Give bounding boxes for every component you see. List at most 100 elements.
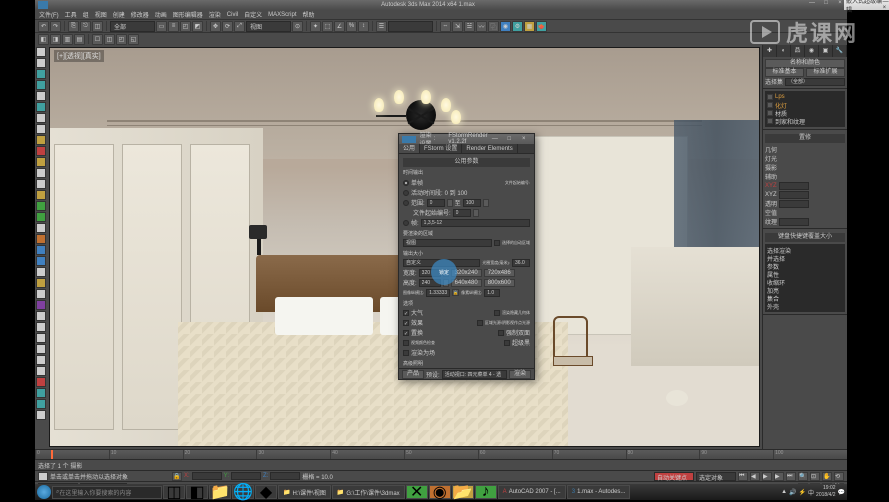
timeline[interactable]: 0 10 20 30 40 50 60 70 80 90 100 [35, 449, 847, 459]
tool-icon[interactable] [36, 333, 46, 343]
tray-icon[interactable]: ▲ [781, 489, 787, 495]
pinned-app[interactable]: ✕ [406, 485, 428, 499]
tray-icon[interactable]: ⚡ [799, 489, 806, 496]
bind-button[interactable]: ◫ [92, 21, 103, 32]
maximize-button[interactable]: □ [819, 0, 833, 10]
tool-icon[interactable] [36, 135, 46, 145]
link-button[interactable]: ⎘ [68, 21, 79, 32]
tool-icon[interactable] [36, 300, 46, 310]
play-next-button[interactable]: ▶ [774, 472, 784, 481]
preset-640-button[interactable]: 640x480 [451, 279, 482, 287]
nav-zoom-button[interactable]: 🔍 [798, 472, 808, 481]
checkbox-icon[interactable] [403, 330, 409, 336]
sel-dropdown[interactable]: （全部） [785, 78, 845, 86]
menu-item[interactable]: 修改器 [131, 10, 149, 19]
pinned-app[interactable]: ◧ [186, 485, 208, 499]
panel-button[interactable]: 标准扩展 [806, 68, 845, 77]
tool-icon[interactable] [36, 91, 46, 101]
window-crossing-button[interactable]: ◩ [192, 21, 203, 32]
tab-elements[interactable]: Render Elements [462, 144, 517, 153]
rotate-button[interactable]: ⟳ [222, 21, 233, 32]
select-button[interactable]: ▭ [156, 21, 167, 32]
checkbox-icon[interactable] [767, 94, 773, 100]
create-tab[interactable]: ✚ [763, 45, 777, 57]
tool-icon[interactable] [36, 311, 46, 321]
tool-icon[interactable] [36, 355, 46, 365]
material-editor-button[interactable]: ◉ [500, 21, 511, 32]
task-view-button[interactable]: ◫ [163, 485, 185, 499]
redo-button[interactable]: ↷ [50, 21, 61, 32]
menu-item[interactable]: MAXScript [268, 12, 296, 18]
radio-frames[interactable] [403, 220, 409, 226]
undo-button[interactable]: ↶ [38, 21, 49, 32]
x-input[interactable] [192, 472, 222, 480]
nav-zoomall-button[interactable]: ⊡ [810, 472, 820, 481]
tool-icon[interactable] [36, 80, 46, 90]
tray-ime-icon[interactable]: 中 [808, 488, 814, 497]
minimize-button[interactable]: — [805, 0, 819, 10]
layers-button[interactable]: ☱ [464, 21, 475, 32]
taskbar-window[interactable]: AAutoCAD 2007 - [... [498, 485, 566, 499]
select-name-button[interactable]: ≡ [168, 21, 179, 32]
y-input[interactable] [231, 472, 261, 480]
graphite-btn[interactable]: ◫ [104, 34, 115, 45]
tool-icon[interactable] [36, 179, 46, 189]
pinned-app[interactable]: ◆ [255, 485, 277, 499]
checkbox-icon[interactable] [504, 340, 510, 346]
play-button[interactable]: ▶ [762, 472, 772, 481]
range-to-input[interactable] [463, 199, 481, 207]
name-button[interactable]: 名称和颜色 [765, 59, 845, 68]
util-tab[interactable]: 🔧 [833, 45, 847, 57]
ref-coord-dropdown[interactable]: 视图 [246, 21, 291, 32]
menu-item[interactable]: 渲染 [209, 10, 221, 19]
angle-snap-button[interactable]: ∠ [334, 21, 345, 32]
tool-icon[interactable] [36, 69, 46, 79]
tool-icon[interactable] [36, 278, 46, 288]
curve-editor-button[interactable]: 〰 [476, 21, 487, 32]
value-input[interactable] [779, 191, 809, 199]
manip-button[interactable]: ✦ [310, 21, 321, 32]
range-from-input[interactable] [427, 199, 445, 207]
checkbox-icon[interactable] [767, 118, 773, 124]
start-button[interactable] [37, 485, 51, 499]
align-button[interactable]: ⇲ [452, 21, 463, 32]
tool-icon[interactable] [36, 157, 46, 167]
tool-icon[interactable] [36, 399, 46, 409]
pinned-app[interactable]: ♪ [475, 485, 497, 499]
render-frame-button[interactable]: ▦ [524, 21, 535, 32]
radio-range[interactable] [403, 200, 409, 206]
tool-icon[interactable] [36, 212, 46, 222]
taskbar-window[interactable]: 📁G:\工作\课件\3dmax [332, 485, 405, 499]
menu-item[interactable]: 视图 [95, 10, 107, 19]
menu-item[interactable]: 组 [83, 10, 89, 19]
dialog-close-button[interactable]: × [517, 136, 531, 142]
play-prev-button[interactable]: ◀ [750, 472, 760, 481]
render-button[interactable]: 渲染 [509, 370, 531, 379]
menu-item[interactable]: Civil [227, 12, 238, 18]
select-region-button[interactable]: ◰ [180, 21, 191, 32]
tool-icon[interactable] [36, 190, 46, 200]
named-sel-dd[interactable] [388, 21, 433, 32]
hierarchy-tab[interactable]: 品 [791, 45, 805, 57]
aspect-input[interactable] [426, 289, 450, 297]
tool-icon[interactable] [36, 377, 46, 387]
named-sel-button[interactable]: ☰ [376, 21, 387, 32]
pinned-app[interactable]: ◉ [429, 485, 451, 499]
tool-icon[interactable] [36, 124, 46, 134]
tool-icon[interactable] [36, 146, 46, 156]
unlink-button[interactable]: ⎋ [80, 21, 91, 32]
value-input[interactable] [779, 200, 809, 208]
checkbox-icon[interactable] [767, 110, 773, 116]
selected-dd[interactable]: 选定对象 [696, 472, 736, 481]
maxscript-button[interactable] [38, 472, 48, 481]
lock-icon[interactable]: 🔒 [452, 289, 459, 296]
menu-item[interactable]: 动画 [155, 10, 167, 19]
render-setup-button[interactable]: ⚙ [512, 21, 523, 32]
checkbox-icon[interactable] [494, 310, 500, 316]
tool-icon[interactable] [36, 344, 46, 354]
z-input[interactable] [270, 472, 300, 480]
tool-icon[interactable] [36, 234, 46, 244]
graphite-btn[interactable]: ◧ [38, 34, 49, 45]
tool-icon[interactable] [36, 102, 46, 112]
move-button[interactable]: ✥ [210, 21, 221, 32]
